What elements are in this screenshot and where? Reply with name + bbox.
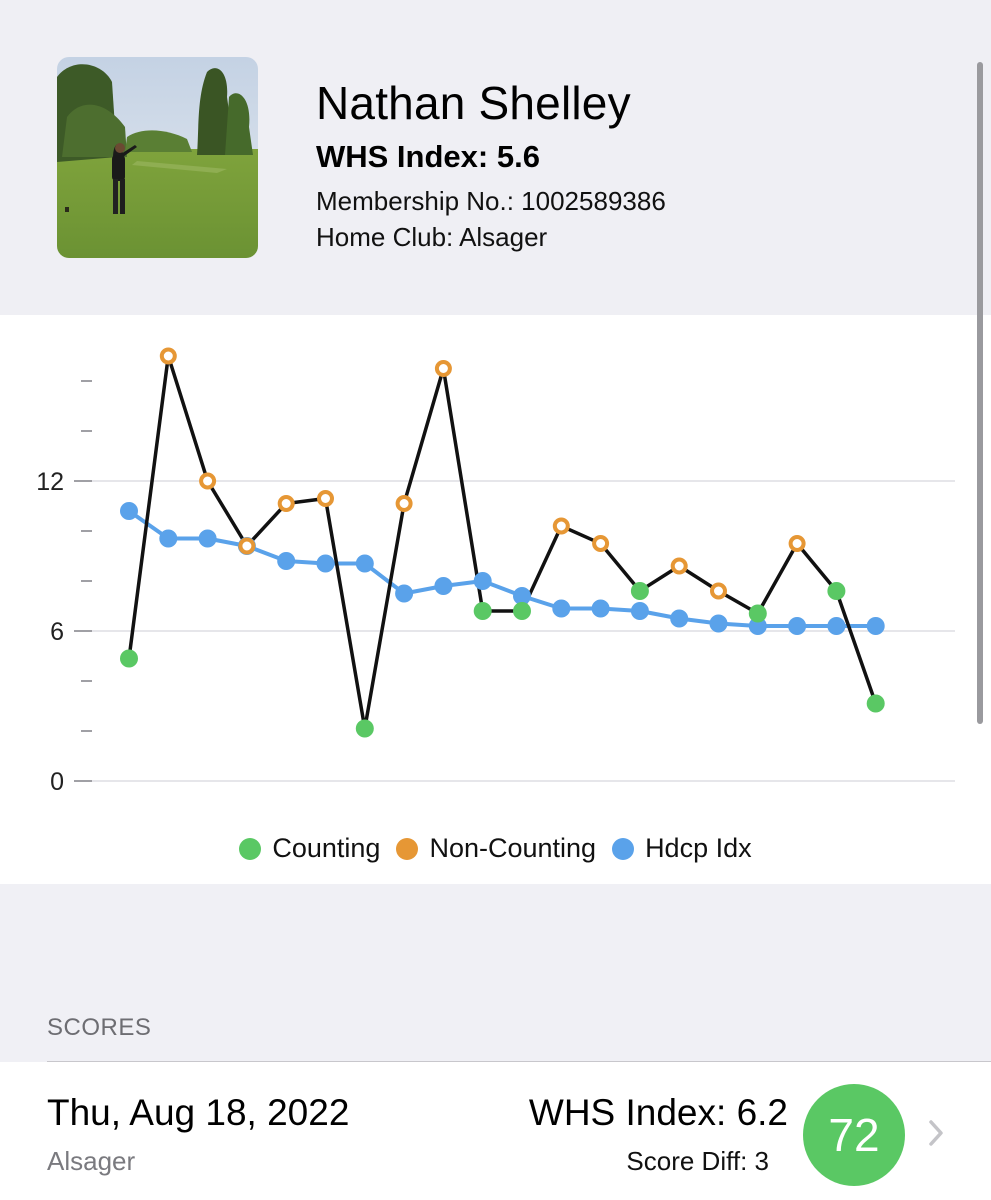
score-date: Thu, Aug 18, 2022 (47, 1092, 350, 1133)
non-counting-point (592, 535, 610, 552)
score-badge: 72 (803, 1084, 905, 1186)
player-name: Nathan Shelley (316, 77, 631, 129)
golfer-photo (57, 57, 258, 258)
non-counting-point (434, 360, 452, 377)
hdcp-idx-point (120, 502, 138, 520)
legend-label-non-counting: Non-Counting (429, 833, 597, 863)
avatar[interactable] (57, 57, 258, 258)
hdcp-idx-point (630, 602, 649, 620)
chevron-right-icon (929, 1120, 943, 1146)
chart-canvas: 0 6 12 (36, 347, 955, 796)
hdcp-idx-point (355, 554, 374, 573)
legend-hdcp-idx[interactable]: Hdcp Idx (612, 833, 752, 864)
non-counting-point (317, 490, 334, 507)
handicap-chart: 0 6 12 Counting Non-Counting Hdcp Idx (0, 315, 991, 884)
hdcp-idx-dot-icon (612, 837, 635, 860)
non-counting-point (277, 495, 295, 512)
hdcp-idx-point (866, 617, 885, 635)
legend-counting[interactable]: Counting (239, 833, 380, 864)
hdcp-idx-point (552, 599, 571, 618)
non-counting-dot-icon (396, 837, 419, 860)
hdcp-idx-point (198, 529, 217, 548)
counting-dot-icon (239, 837, 262, 860)
non-counting-point (710, 582, 727, 600)
hdcp-idx-point (434, 577, 453, 595)
hdcp-idx-point (277, 552, 296, 570)
non-counting-point (395, 495, 413, 512)
hdcp-idx-point (670, 609, 689, 628)
hdcp-idx-point (316, 554, 335, 573)
legend-label-counting: Counting (272, 833, 381, 863)
hdcp-idx-point (591, 599, 610, 618)
non-counting-point (238, 537, 256, 555)
counting-point (355, 719, 374, 738)
scores-section-header: SCORES (47, 1014, 152, 1041)
score-club: Alsager (47, 1146, 136, 1176)
hdcp-idx-point (827, 617, 846, 635)
score-whs-index: WHS Index: 6.2 (528, 1092, 788, 1133)
hdcp-idx-point (788, 617, 807, 635)
counting-point (473, 602, 492, 620)
non-counting-point (159, 347, 177, 365)
score-diff: Score Diff: 3 (626, 1146, 769, 1176)
membership-number: Membership No.: 1002589386 (316, 186, 666, 216)
hdcp-idx-point (709, 614, 728, 633)
y-tick-label: 0 (50, 768, 64, 796)
hdcp-idx-point (395, 584, 414, 603)
legend-non-counting[interactable]: Non-Counting (396, 833, 596, 864)
chart-legend: Counting Non-Counting Hdcp Idx (0, 833, 991, 864)
y-tick-label: 6 (50, 618, 64, 646)
whs-index: WHS Index: 5.6 (316, 139, 540, 174)
hdcp-idx-point (473, 572, 492, 590)
non-counting-point (552, 517, 570, 535)
counting-point (866, 694, 885, 713)
y-tick-label: 12 (36, 468, 64, 496)
non-counting-point (199, 472, 217, 490)
counting-point (827, 582, 846, 600)
counting-point (630, 582, 649, 600)
scrollbar[interactable] (977, 62, 983, 724)
home-club: Home Club: Alsager (316, 222, 548, 252)
profile-header: Nathan Shelley WHS Index: 5.6 Membership… (0, 0, 991, 315)
hdcp-idx-point (159, 529, 178, 548)
legend-label-hdcp-idx: Hdcp Idx (645, 833, 752, 863)
non-counting-point (670, 557, 688, 575)
counting-point (120, 649, 138, 668)
counting-point (748, 604, 767, 623)
score-row[interactable]: Thu, Aug 18, 2022 Alsager WHS Index: 6.2… (0, 1062, 991, 1200)
counting-point (513, 602, 531, 620)
non-counting-point (788, 535, 806, 552)
